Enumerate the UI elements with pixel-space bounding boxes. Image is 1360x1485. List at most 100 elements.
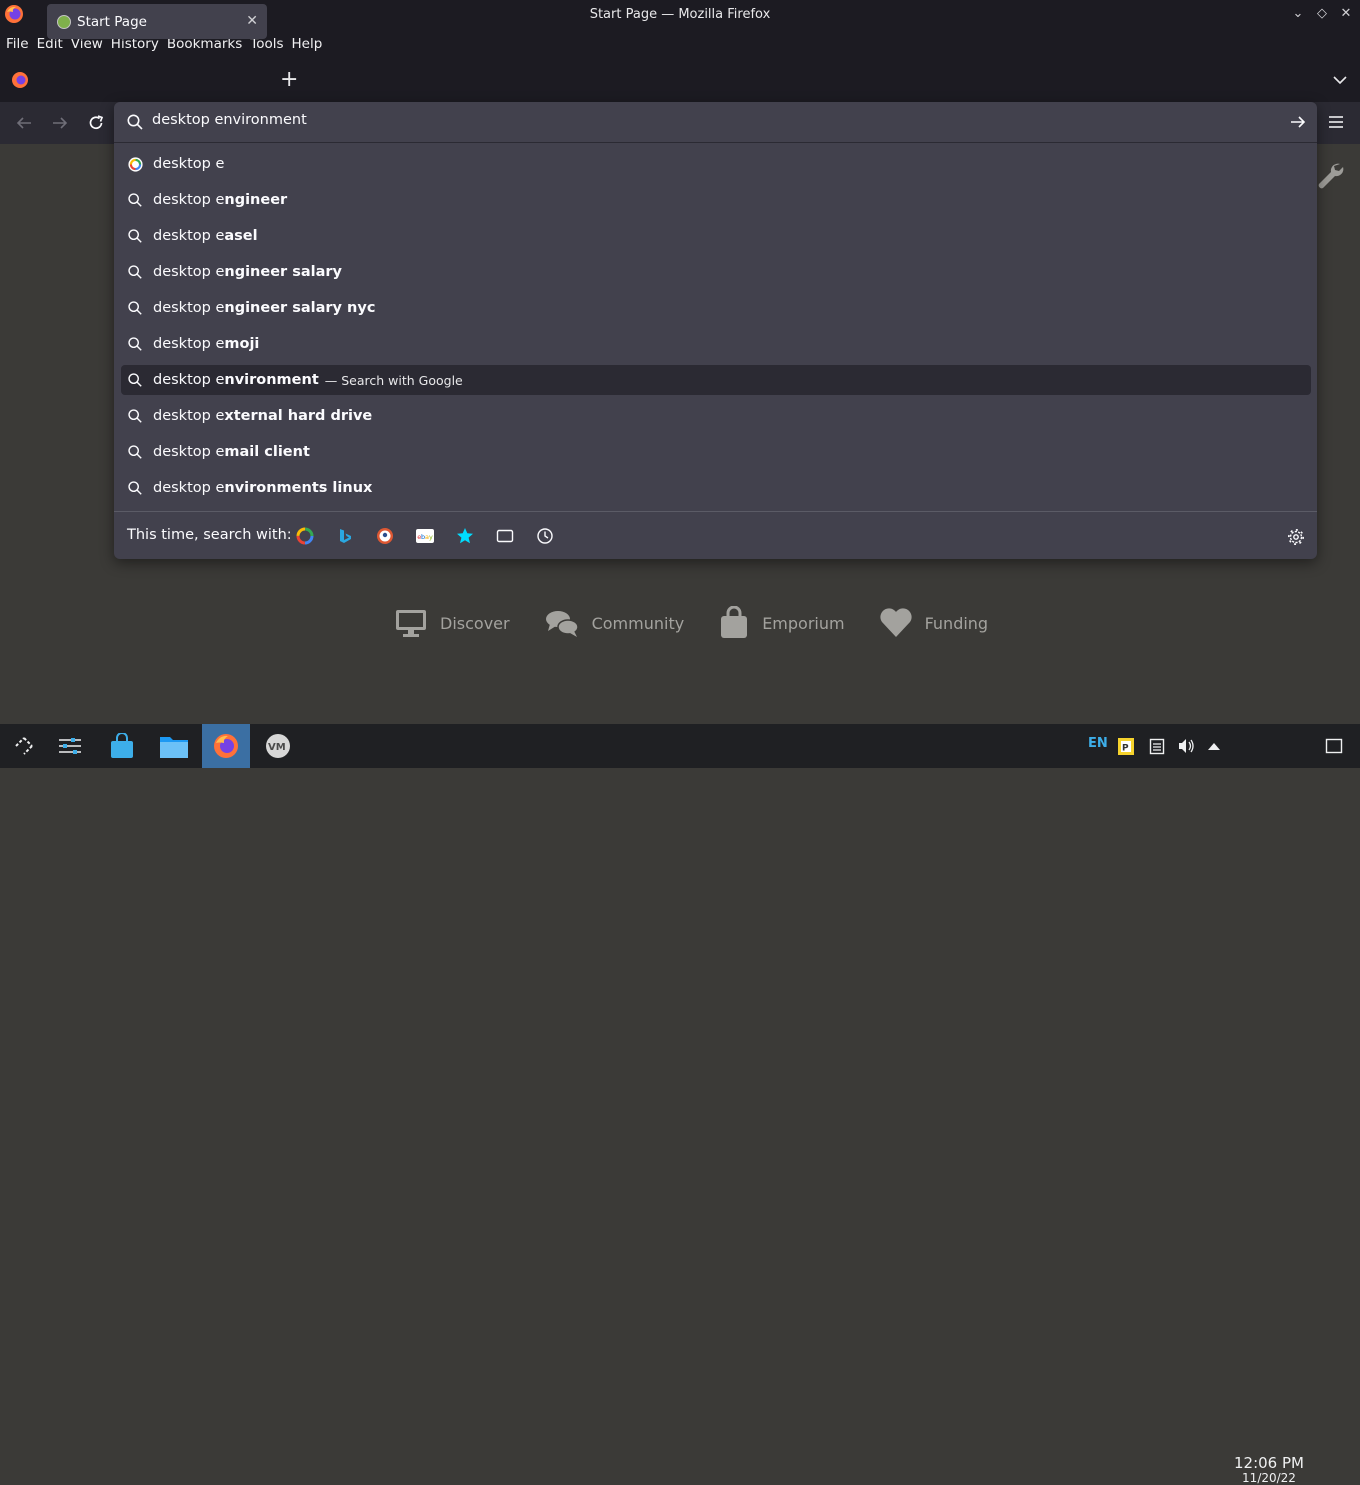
emporium-link[interactable]: Emporium <box>718 606 845 640</box>
suggestion-completion-text: ngineer <box>224 192 288 208</box>
chat-icon <box>545 611 579 637</box>
list-all-tabs-chevron-icon[interactable] <box>1332 72 1348 88</box>
search-icon <box>127 336 143 352</box>
menu-file[interactable]: File <box>6 36 29 52</box>
suggestion-typed-text: desktop e <box>153 336 225 352</box>
suggestion-row[interactable]: desktop e xternal hard drive <box>121 401 1311 431</box>
system-settings-taskbar-button[interactable] <box>46 724 94 768</box>
maximize-button[interactable]: ◇ <box>1314 6 1330 22</box>
tab-start-page[interactable]: Start Page ✕ <box>47 4 267 39</box>
clock-time: 12:06 PM <box>1234 1454 1304 1472</box>
suggestion-typed-text: desktop e <box>153 192 225 208</box>
google-icon[interactable] <box>296 527 314 545</box>
suggestion-completion-text: asel <box>224 228 258 244</box>
firefox-taskbar-button[interactable] <box>202 724 250 768</box>
suggestion-completion-text: ngineer salary <box>224 264 343 280</box>
community-label: Community <box>591 613 685 633</box>
suggestion-row[interactable]: desktop e mail client <box>121 437 1311 467</box>
menu-help[interactable]: Help <box>292 36 323 52</box>
new-tab-button[interactable]: + <box>280 68 298 92</box>
suggestion-typed-text: desktop e <box>153 372 225 388</box>
duckduckgo-icon[interactable] <box>376 527 394 545</box>
start-page-favicon-icon <box>57 14 71 29</box>
search-icon <box>127 372 143 388</box>
show-hidden-icons-arrow-icon[interactable] <box>1206 740 1222 752</box>
store-bag-icon <box>111 733 133 758</box>
bookmarks-star-icon[interactable] <box>456 527 474 545</box>
suggestion-completion-text: nvironments linux <box>224 480 373 496</box>
bing-icon[interactable] <box>336 527 354 545</box>
close-tab-icon[interactable]: ✕ <box>246 13 258 29</box>
one-off-label: This time, search with: <box>127 527 292 543</box>
suggestion-typed-text: desktop e <box>153 408 225 424</box>
google-icon <box>127 156 143 172</box>
suggestion-row[interactable]: desktop e ngineer salary nyc <box>121 293 1311 323</box>
volume-icon[interactable] <box>1177 737 1195 755</box>
forward-arrow-icon[interactable] <box>50 113 70 133</box>
heart-icon <box>879 608 912 637</box>
taskbar: VM EN P 12:06 PM 11/20/22 <box>0 724 1360 1485</box>
urlbar-text[interactable]: desktop environment <box>152 112 307 128</box>
show-desktop-icon[interactable] <box>1325 737 1343 755</box>
search-icon <box>127 300 143 316</box>
suggestion-row[interactable]: desktop e nvironments linux <box>121 473 1311 503</box>
keyboard-layout-indicator[interactable]: EN <box>1088 736 1108 751</box>
suggestion-row[interactable]: desktop e moji <box>121 329 1311 359</box>
tab-label: Start Page <box>77 13 147 30</box>
suggestion-completion-text: nvironment <box>224 372 319 388</box>
tab-bar <box>0 59 1360 102</box>
search-icon <box>127 408 143 424</box>
discover-label: Discover <box>440 613 510 633</box>
discover-store-taskbar-button[interactable] <box>98 724 146 768</box>
suggestion-completion-text: xternal hard drive <box>224 408 373 424</box>
app-menu-icon[interactable] <box>1327 114 1345 130</box>
suggestion-typed-text: desktop e <box>153 300 225 316</box>
one-off-search-bar: This time, search with: e b a y <box>114 511 1317 560</box>
urlbar-input-field[interactable]: desktop environment <box>114 102 1317 143</box>
file-manager-taskbar-button[interactable] <box>150 724 198 768</box>
close-window-button[interactable]: ✕ <box>1338 6 1354 22</box>
search-icon <box>127 114 143 130</box>
launcher-icon <box>15 737 33 755</box>
wrench-settings-icon[interactable] <box>1314 160 1346 192</box>
reload-icon[interactable] <box>86 113 106 133</box>
sliders-icon <box>59 738 81 754</box>
ebay-icon[interactable]: e b a y <box>416 527 434 545</box>
search-icon <box>127 264 143 280</box>
minimize-button[interactable]: ⌄ <box>1290 6 1306 22</box>
suggestion-typed-text: desktop e <box>153 480 225 496</box>
search-settings-gear-icon[interactable] <box>1287 528 1305 546</box>
shopping-bag-icon <box>721 606 748 638</box>
suggestion-completion-text: mail client <box>224 444 310 460</box>
vm-app-icon: VM <box>266 734 290 758</box>
svg-text:y: y <box>429 533 433 541</box>
search-icon <box>127 444 143 460</box>
go-arrow-icon[interactable] <box>1289 113 1307 131</box>
suggestion-row[interactable]: desktop e ngineer salary <box>121 257 1311 287</box>
suggestion-row[interactable]: desktop e asel <box>121 221 1311 251</box>
notes-clipboard-icon[interactable] <box>1149 737 1165 755</box>
back-arrow-icon[interactable] <box>14 113 34 133</box>
clipboard-app-icon[interactable]: P <box>1117 736 1135 756</box>
discover-link[interactable]: Discover <box>394 606 510 640</box>
community-link[interactable]: Community <box>544 606 685 640</box>
firefox-view-icon[interactable] <box>11 71 29 89</box>
search-icon <box>127 480 143 496</box>
funding-link[interactable]: Funding <box>879 607 989 639</box>
firefox-logo-icon <box>5 5 23 23</box>
suggestion-row[interactable]: desktop e ngineer <box>121 185 1311 215</box>
clock-date: 11/20/22 <box>1242 1471 1296 1485</box>
suggestion-typed-text: desktop e <box>153 264 225 280</box>
suggestion-typed-text: desktop e <box>153 444 225 460</box>
app-launcher-button[interactable] <box>0 724 48 768</box>
suggestion-row[interactable]: desktop e <box>121 149 1311 179</box>
virtual-machine-taskbar-button[interactable]: VM <box>254 724 302 768</box>
tabs-icon[interactable] <box>496 527 514 545</box>
suggestion-row[interactable]: desktop e nvironment — Search with Google <box>121 365 1311 395</box>
funding-label: Funding <box>924 613 989 633</box>
urlbar-popup: desktop environment desktop e desktop e ng… <box>114 102 1317 559</box>
digital-clock[interactable]: 12:06 PM 11/20/22 <box>1224 1455 1314 1485</box>
search-icon <box>127 228 143 244</box>
suggestion-typed-text: desktop e <box>153 156 225 172</box>
history-clock-icon[interactable] <box>536 527 554 545</box>
